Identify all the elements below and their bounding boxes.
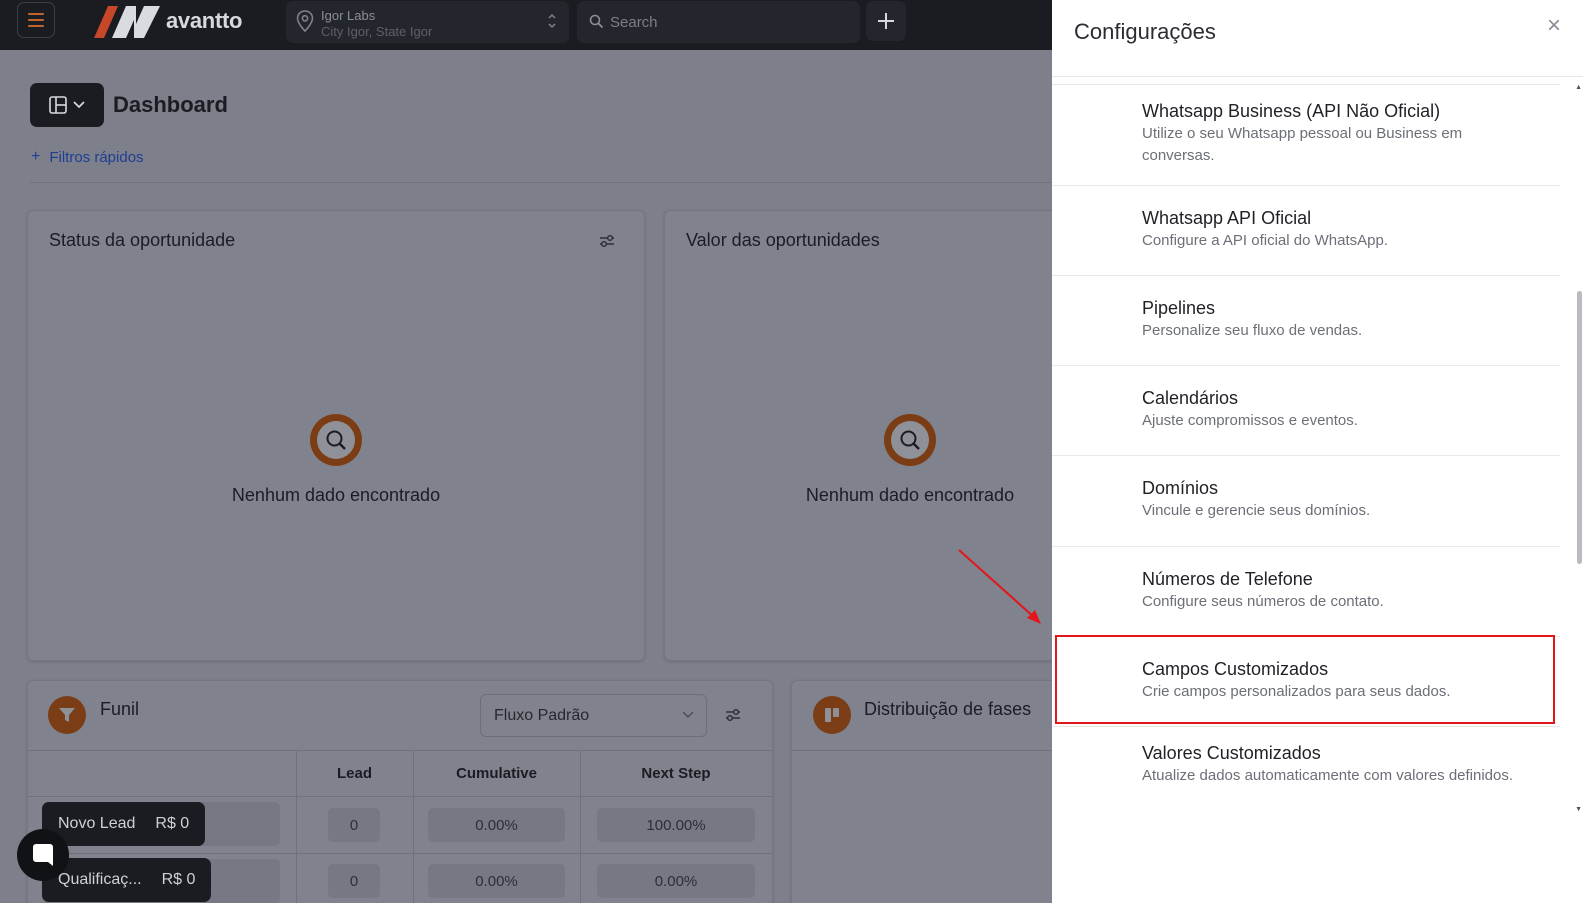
status-card: Status da oportunidade Nenhum dado encon… <box>27 210 645 661</box>
settings-item-whatsapp-business[interactable]: Whatsapp Business (API Não Oficial) Util… <box>1052 84 1560 185</box>
add-button[interactable] <box>866 1 906 41</box>
quick-filters-link[interactable]: + Filtros rápidos <box>31 148 144 166</box>
search-empty-icon <box>884 414 936 466</box>
column-header-lead: Lead <box>336 765 372 782</box>
item-title: Whatsapp API Oficial <box>1142 208 1312 228</box>
card-divider <box>791 750 1052 751</box>
empty-state-text: Nenhum dado encontrado <box>805 485 1015 505</box>
app-logo[interactable]: avantto <box>94 3 242 39</box>
quick-filters-label: Filtros rápidos <box>49 148 144 166</box>
hamburger-menu-icon[interactable] <box>17 2 55 38</box>
top-bar: avantto Igor Labs City Igor, State Igor <box>0 0 1052 50</box>
item-desc: Ajuste compromissos e eventos. <box>1142 412 1358 429</box>
item-title: Whatsapp Business (API Não Oficial) <box>1142 101 1441 121</box>
flow-select[interactable]: Fluxo Padrão <box>480 694 707 737</box>
scroll-up-arrow-icon[interactable]: ▲ <box>1575 84 1582 91</box>
dashboard-switcher-button[interactable] <box>30 83 104 127</box>
stage-pill[interactable]: Novo Lead R$ 0 <box>42 802 206 846</box>
column-header-cumulative: Cumulative <box>456 765 537 782</box>
settings-item-whatsapp-api[interactable]: Whatsapp API Oficial Configure a API ofi… <box>1052 185 1560 275</box>
item-desc: Atualize dados automaticamente com valor… <box>1142 767 1514 784</box>
item-desc: Personalize seu fluxo de vendas. <box>1142 322 1363 339</box>
search-empty-icon <box>310 414 362 466</box>
stage-name: Qualificaç... <box>58 871 142 888</box>
panel-title: Configurações <box>1074 19 1216 44</box>
settings-sliders-icon[interactable] <box>725 708 741 722</box>
search-box[interactable] <box>577 1 860 43</box>
settings-item-domains[interactable]: Domínios Vincule e gerencie seus domínio… <box>1052 455 1560 546</box>
layout-icon <box>49 96 67 114</box>
search-icon <box>589 14 604 29</box>
lead-cell: 0 <box>328 808 380 842</box>
scrollbar[interactable]: ▲ ▼ <box>1575 84 1583 814</box>
card-title: Valor das oportunidades <box>686 230 880 250</box>
settings-item-custom-values[interactable]: Valores Customizados Atualize dados auto… <box>1052 726 1560 826</box>
location-selector[interactable]: Igor Labs City Igor, State Igor <box>286 1 569 43</box>
item-desc: Vincule e gerencie seus domínios. <box>1142 502 1371 519</box>
settings-list: Whatsapp Business (API Não Oficial) Util… <box>1052 84 1560 826</box>
settings-item-pipelines[interactable]: Pipelines Personalize seu fluxo de venda… <box>1052 275 1560 365</box>
map-pin-icon <box>296 10 314 32</box>
logo-mark-icon <box>94 6 160 38</box>
chevron-updown-icon <box>548 13 556 29</box>
next-step-cell: 0.00% <box>597 864 755 898</box>
kanban-icon <box>813 696 851 734</box>
funnel-title: Funil <box>100 699 140 719</box>
chat-bubble-icon <box>33 844 53 866</box>
item-title: Campos Customizados <box>1142 659 1329 679</box>
scroll-thumb[interactable] <box>1577 291 1582 564</box>
table-divider <box>28 796 772 797</box>
flow-select-value: Fluxo Padrão <box>494 707 590 724</box>
search-input[interactable] <box>610 11 840 33</box>
close-icon[interactable]: × <box>1547 14 1561 38</box>
item-desc: Configure seus números de contato. <box>1142 593 1384 610</box>
location-subtitle: City Igor, State Igor <box>321 24 433 39</box>
plus-icon <box>878 13 894 29</box>
logo-text: avantto <box>166 8 243 33</box>
next-step-cell: 100.00% <box>597 808 755 842</box>
settings-sliders-icon[interactable] <box>599 234 615 248</box>
item-title: Domínios <box>1142 478 1219 498</box>
item-desc: Crie campos personalizados para seus dad… <box>1142 683 1451 700</box>
divider <box>30 182 1052 183</box>
column-header-next-step: Next Step <box>641 765 711 782</box>
plus-icon: + <box>31 148 41 165</box>
chevron-down-icon <box>682 711 694 718</box>
location-name: Igor Labs <box>321 8 376 23</box>
value-card: Valor das oportunidades Nenhum dado enco… <box>664 210 1064 661</box>
stage-amount: R$ 0 <box>155 815 190 832</box>
settings-item-calendars[interactable]: Calendários Ajuste compromissos e evento… <box>1052 365 1560 455</box>
stage-name: Novo Lead <box>58 815 136 832</box>
item-title: Valores Customizados <box>1142 743 1321 763</box>
stage-amount: R$ 0 <box>161 871 196 888</box>
table-divider <box>28 853 772 854</box>
funnel-icon <box>48 696 86 734</box>
cumulative-cell: 0.00% <box>428 808 565 842</box>
chat-widget-button[interactable] <box>17 829 69 881</box>
item-desc: Configure a API oficial do WhatsApp. <box>1142 232 1388 249</box>
settings-item-custom-fields[interactable]: Campos Customizados Crie campos personal… <box>1052 636 1560 726</box>
item-title: Pipelines <box>1142 298 1216 318</box>
panel-header: Configurações × <box>1052 0 1583 77</box>
item-desc: Utilize o seu Whatsapp pessoal ou Busine… <box>1142 125 1463 164</box>
cumulative-cell: 0.00% <box>428 864 565 898</box>
page-title: Dashboard <box>113 92 228 117</box>
settings-panel: Configurações × Whatsapp Business (API N… <box>1052 0 1583 903</box>
lead-cell: 0 <box>328 864 380 898</box>
distribution-title: Distribuição de fases <box>864 699 1032 719</box>
empty-state-text: Nenhum dado encontrado <box>231 485 441 505</box>
item-title: Calendários <box>1142 388 1239 408</box>
chevron-down-icon <box>73 101 85 109</box>
item-title: Números de Telefone <box>1142 569 1313 589</box>
scroll-down-arrow-icon[interactable]: ▼ <box>1575 806 1582 813</box>
stage-pill[interactable]: Qualificaç... R$ 0 <box>42 858 212 902</box>
settings-item-phone-numbers[interactable]: Números de Telefone Configure seus númer… <box>1052 546 1560 636</box>
card-title: Status da oportunidade <box>49 230 236 250</box>
